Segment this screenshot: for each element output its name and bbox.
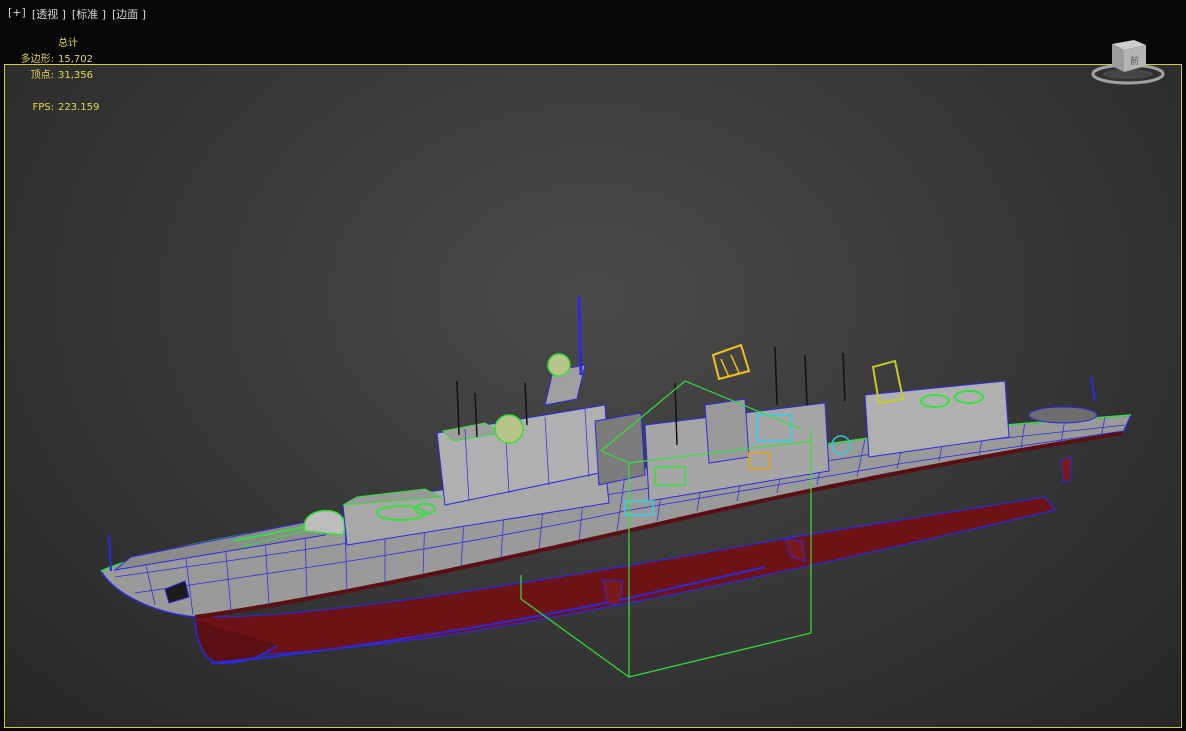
stats-vertices-row: 顶点: 31,356 xyxy=(0,68,118,84)
polygons-label: 多边形: xyxy=(20,54,54,65)
fps-value: 223.159 xyxy=(58,102,100,113)
viewcube-navigator[interactable]: 前 xyxy=(1090,36,1166,90)
perspective-viewport[interactable] xyxy=(4,64,1182,728)
vertices-label: 顶点: xyxy=(30,70,54,81)
stats-header: 总计 xyxy=(58,38,78,49)
ship-model-scene[interactable] xyxy=(5,65,1182,728)
fps-label: FPS: xyxy=(32,102,55,113)
viewport-toolbar-strip xyxy=(0,0,1186,64)
stats-fps-row: FPS: 223.159 xyxy=(0,100,118,116)
viewcube-face-label: 前 xyxy=(1130,55,1139,67)
vertices-value: 31,356 xyxy=(58,70,93,81)
polygons-value: 15,702 xyxy=(58,54,93,65)
viewport-view-menu[interactable]: [透视 ] xyxy=(32,6,66,22)
viewport-maximize-toggle[interactable]: [+] xyxy=(8,6,26,22)
scene-statistics: 总计 多边形: 15,702 顶点: 31,356 FPS: 223.159 xyxy=(0,36,118,116)
stats-polygons-row: 多边形: 15,702 xyxy=(0,52,118,68)
viewport-shading-menu[interactable]: [标准 ] xyxy=(72,6,106,22)
viewport-label-menu: [+] [透视 ] [标准 ] [边面 ] xyxy=(8,6,146,22)
viewport-display-menu[interactable]: [边面 ] xyxy=(112,6,146,22)
